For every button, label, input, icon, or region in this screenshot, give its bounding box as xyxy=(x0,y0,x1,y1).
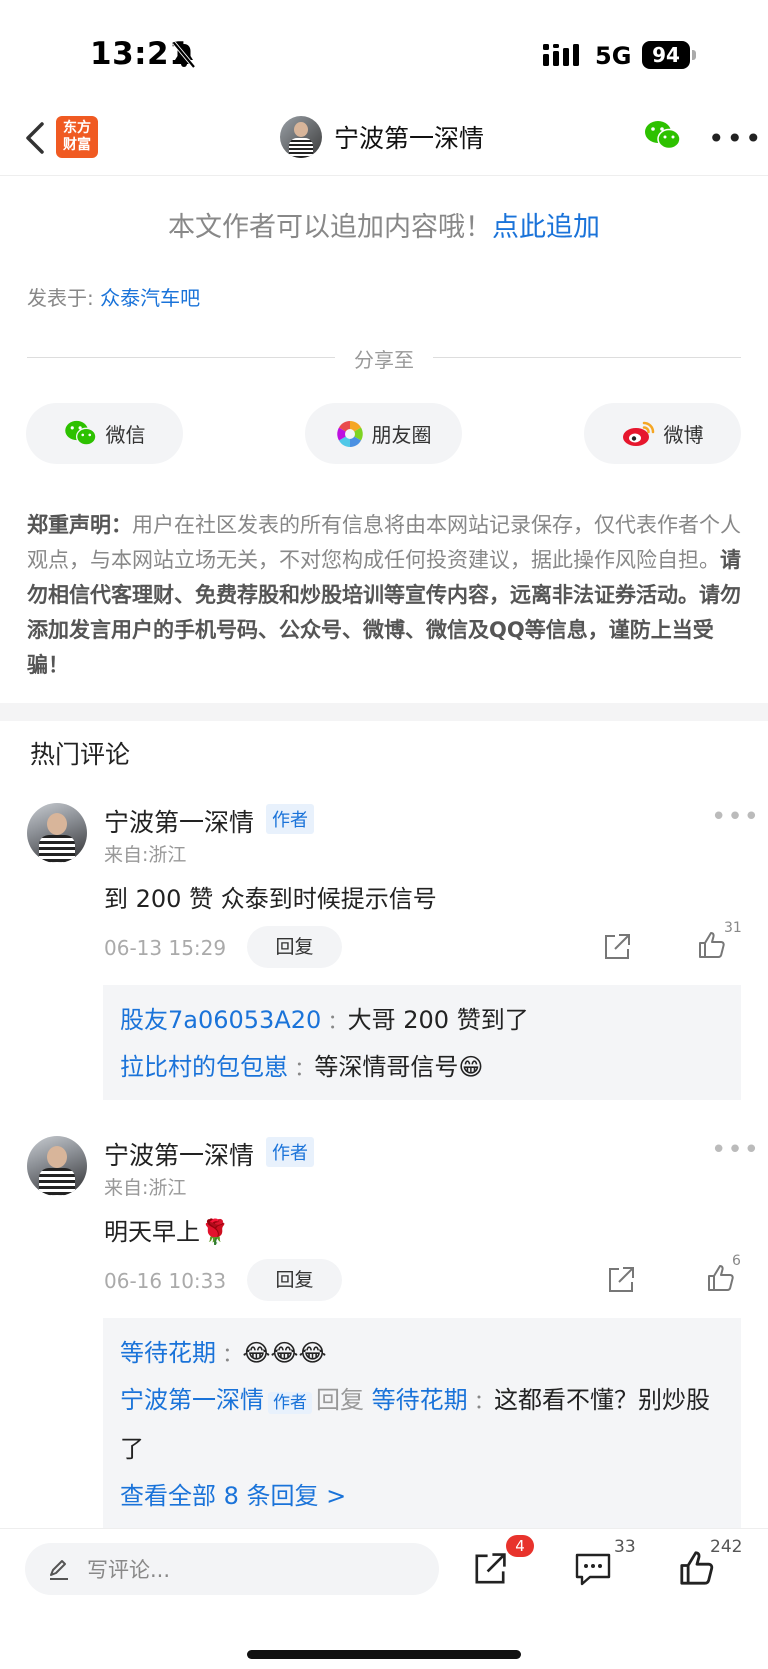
like-count: 242 xyxy=(710,1537,743,1557)
append-text: 本文作者可以追加内容哦！ xyxy=(168,212,492,243)
author-tag: 作者 xyxy=(266,1137,314,1167)
bell-muted-icon xyxy=(172,42,196,68)
battery-level: 94 xyxy=(642,41,690,69)
bottom-bar: 写评论... 4 33 242 xyxy=(0,1528,768,1669)
author-tag: 作者 xyxy=(268,1392,312,1414)
append-prompt: 本文作者可以追加内容哦！点此追加 xyxy=(0,205,768,244)
reply-user[interactable]: 等待花期 xyxy=(120,1339,216,1367)
comment-time: 06-13 15:29 xyxy=(104,936,227,960)
like-count: 31 xyxy=(724,920,742,936)
section-divider xyxy=(0,703,768,721)
view-all-replies-link[interactable]: 查看全部 8 条回复 > xyxy=(120,1472,724,1520)
signal-icon xyxy=(543,44,579,66)
reply-item[interactable]: 股友7a06053A20 ：大哥 200 赞到了 xyxy=(120,997,724,1044)
reply-target[interactable]: 等待花期 xyxy=(372,1386,468,1414)
disclaimer: 郑重声明：用户在社区发表的所有信息将由本网站记录保存，仅代表作者个人观点，与本网… xyxy=(27,508,741,683)
author-tag: 作者 xyxy=(266,804,314,834)
comment-location: 来自:浙江 xyxy=(104,844,187,866)
comment-user[interactable]: 宁波第一深情 xyxy=(104,1136,254,1172)
page-title: 宁波第一深情 xyxy=(334,124,485,153)
share-moments-button[interactable]: 朋友圈 xyxy=(305,403,462,464)
reply-button[interactable]: 回复 xyxy=(247,1259,342,1301)
reply-item[interactable]: 拉比村的包包崽 ：等深情哥信号😁 xyxy=(120,1044,724,1091)
reply-box: 等待花期 ：😂😂😂 宁波第一深情 作者 回复 等待花期 ：这都看不懂？别炒股了 查看… xyxy=(103,1318,741,1530)
avatar[interactable] xyxy=(27,803,87,863)
share-icon[interactable] xyxy=(602,932,632,962)
comment-icon[interactable] xyxy=(574,1551,612,1587)
reply-text: 😂😂😂 xyxy=(242,1339,327,1367)
reply-button[interactable]: 回复 xyxy=(247,926,342,968)
pencil-icon xyxy=(50,1560,68,1580)
reply-item[interactable]: 宁波第一深情 作者 回复 等待花期 ：这都看不懂？别炒股了 xyxy=(120,1377,724,1472)
divider-line xyxy=(27,357,335,358)
reply-item[interactable]: 等待花期 ：😂😂😂 xyxy=(120,1330,724,1377)
share-wechat-label: 微信 xyxy=(105,423,146,447)
share-wechat-button[interactable]: 微信 xyxy=(26,403,183,464)
network-type: 5G xyxy=(595,42,632,70)
comment-user[interactable]: 宁波第一深情 xyxy=(104,803,254,839)
posted-label: 发表于: xyxy=(27,286,94,310)
share-moments-label: 朋友圈 xyxy=(371,423,432,447)
comment-location: 来自:浙江 xyxy=(104,1177,187,1199)
like-count: 6 xyxy=(732,1253,741,1269)
comment-input[interactable]: 写评论... xyxy=(25,1543,439,1595)
avatar[interactable] xyxy=(27,1136,87,1196)
wechat-icon[interactable] xyxy=(644,120,682,152)
wechat-icon xyxy=(64,420,97,446)
eastmoney-logo[interactable]: 东方 财富 xyxy=(56,116,98,158)
share-icon[interactable] xyxy=(472,1551,508,1587)
reply-user[interactable]: 拉比村的包包崽 xyxy=(120,1053,288,1081)
append-link[interactable]: 点此追加 xyxy=(492,212,600,243)
reply-text: 等深情哥信号😁 xyxy=(314,1053,484,1081)
reply-user[interactable]: 宁波第一深情 xyxy=(120,1386,264,1414)
comment-text: 明天早上🌹 xyxy=(104,1218,230,1246)
hot-comments-title: 热门评论 xyxy=(30,740,131,769)
comment-more-icon[interactable]: ••• xyxy=(711,1135,760,1165)
back-arrow-icon[interactable] xyxy=(22,118,50,158)
comment-placeholder: 写评论... xyxy=(87,1558,171,1582)
divider-line xyxy=(433,357,741,358)
like-icon[interactable] xyxy=(697,930,727,960)
disclaimer-body: 用户在社区发表的所有信息将由本网站记录保存，仅代表作者个人观点，与本网站立场无关… xyxy=(27,513,741,572)
reply-word: 回复 xyxy=(316,1386,364,1414)
logo-line-2: 财富 xyxy=(63,137,91,153)
author-avatar[interactable] xyxy=(280,116,322,158)
posted-in: 发表于: 众泰汽车吧 xyxy=(27,282,200,311)
nav-bar: 东方 财富 宁波第一深情 ••• xyxy=(0,100,768,176)
comment-text: 到 200 赞 众泰到时候提示信号 xyxy=(104,885,437,913)
reply-user[interactable]: 股友7a06053A20 xyxy=(120,1006,321,1034)
share-label: 分享至 xyxy=(354,348,414,372)
nav-author[interactable]: 宁波第一深情 xyxy=(280,115,484,159)
comment-count: 33 xyxy=(614,1537,636,1557)
comment-more-icon[interactable]: ••• xyxy=(711,802,760,832)
share-weibo-label: 微博 xyxy=(663,423,704,447)
status-bar: 13:21 5G 94 xyxy=(0,0,768,100)
forum-link[interactable]: 众泰汽车吧 xyxy=(100,286,200,310)
moments-icon xyxy=(336,420,363,447)
weibo-icon xyxy=(622,421,654,446)
comment-time: 06-16 10:33 xyxy=(104,1269,227,1293)
battery-tip xyxy=(692,50,696,60)
logo-line-1: 东方 xyxy=(63,120,91,136)
reply-text: 大哥 200 赞到了 xyxy=(347,1006,529,1034)
share-badge: 4 xyxy=(506,1535,534,1557)
share-icon[interactable] xyxy=(606,1265,636,1295)
home-indicator xyxy=(247,1650,521,1659)
more-icon[interactable]: ••• xyxy=(708,125,764,153)
reply-box: 股友7a06053A20 ：大哥 200 赞到了 拉比村的包包崽 ：等深情哥信号… xyxy=(103,985,741,1100)
share-weibo-button[interactable]: 微博 xyxy=(584,403,741,464)
disclaimer-title: 郑重声明： xyxy=(27,513,132,537)
